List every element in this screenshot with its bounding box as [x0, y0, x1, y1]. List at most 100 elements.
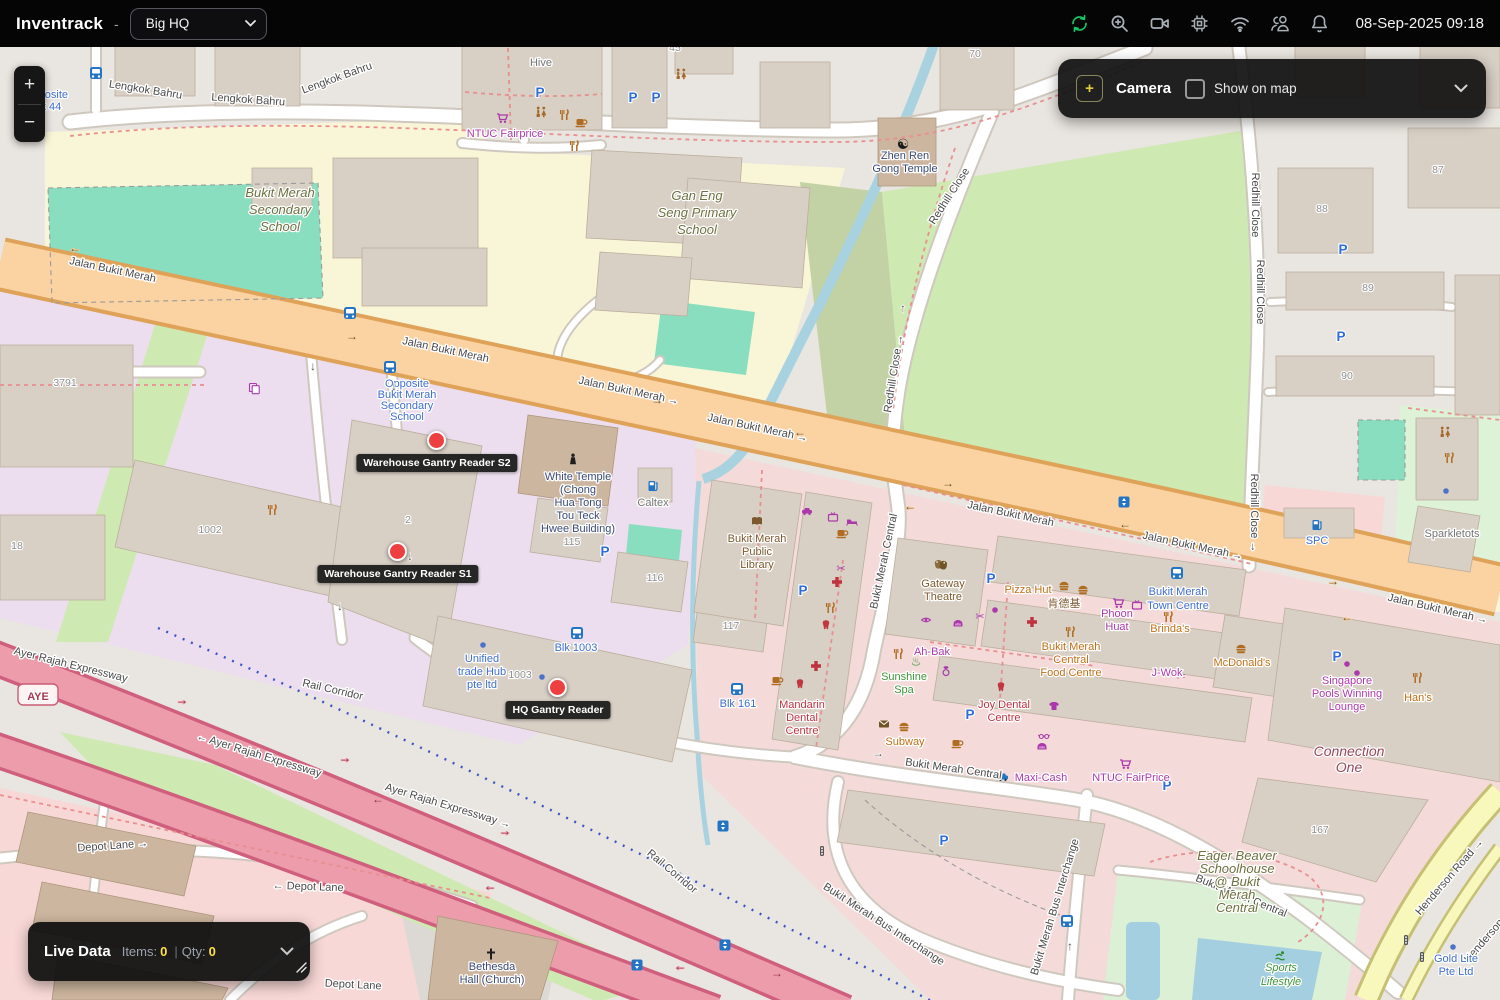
poi-label: Zhen RenGong Temple — [872, 150, 937, 175]
parking-icon: P — [1336, 329, 1345, 344]
poi-label: McDonald's — [1213, 657, 1271, 669]
svg-text:P: P — [939, 833, 948, 848]
parking-icon: P — [1338, 242, 1347, 257]
map-marker[interactable] — [427, 431, 446, 450]
parking-icon: P — [939, 833, 948, 848]
video-camera-icon[interactable] — [1150, 14, 1170, 34]
parking-icon: P — [798, 583, 807, 598]
road-label: ← Depot Lane — [272, 880, 343, 894]
bus-icon — [1061, 915, 1073, 927]
camera-panel: + Camera Show on map — [1058, 59, 1486, 118]
top-bar: Inventrack - Big HQ 08-Sep-2025 09:18 — [0, 0, 1500, 47]
bus-icon — [571, 627, 583, 639]
poi-label: Han's — [1404, 692, 1432, 704]
svg-text:P: P — [651, 90, 660, 105]
svg-text:P: P — [1336, 329, 1345, 344]
show-on-map-checkbox[interactable] — [1185, 79, 1205, 99]
svg-text:P: P — [535, 85, 544, 100]
building-number: 167 — [1311, 824, 1329, 836]
bus-icon — [344, 307, 356, 319]
map-base: PPPPPPPPPPPP☯✂✂✂♨ Lengkok BahruLengkok B… — [0, 0, 1500, 1000]
building-number: 1003 — [508, 669, 532, 681]
live-data-chevron-icon[interactable] — [280, 947, 294, 956]
parking-icon: P — [600, 544, 609, 559]
building-number: 70 — [969, 48, 981, 60]
zoom-in-icon[interactable] — [1110, 14, 1130, 34]
elevator-icon — [718, 821, 729, 832]
lane-arrow: → — [339, 751, 351, 765]
svg-text:P: P — [1338, 242, 1347, 257]
parking-icon: P — [651, 90, 660, 105]
chip-icon[interactable] — [1190, 14, 1210, 34]
site-selector-value: Big HQ — [146, 16, 190, 31]
elevator-icon — [632, 960, 643, 971]
svg-text:P: P — [600, 544, 609, 559]
building-number: 117 — [723, 620, 740, 632]
lane-arrow: ← — [484, 879, 496, 893]
lane-arrow: → — [499, 824, 511, 838]
lane-arrow: ↓ — [391, 379, 397, 393]
lane-arrow: ↓ — [407, 549, 413, 563]
building-number: 2 — [405, 514, 411, 526]
hairdresser-icon: ✂ — [975, 611, 984, 623]
poi-label: Hive — [530, 57, 552, 69]
poi-label: Ah-Bak — [914, 646, 951, 658]
dot-blue-icon — [1443, 488, 1449, 494]
show-on-map-label[interactable]: Show on map — [1214, 81, 1297, 96]
camera-add-button[interactable]: + — [1076, 75, 1103, 102]
zoom-out-button[interactable]: − — [14, 105, 45, 143]
qty-label: Qty: — [182, 944, 206, 959]
bell-icon[interactable] — [1310, 14, 1330, 34]
poi-label: Subway — [885, 736, 925, 748]
poi-label: Maxi-Cash — [1015, 772, 1068, 784]
lane-arrow: → — [651, 393, 663, 407]
map-canvas[interactable]: PPPPPPPPPPPP☯✂✂✂♨ Lengkok BahruLengkok B… — [0, 0, 1500, 1000]
svg-text:✂: ✂ — [836, 563, 845, 575]
lane-arrow: ↑ — [1067, 939, 1073, 953]
traffic-light-icon — [1404, 935, 1408, 945]
dot-purple-icon — [992, 607, 998, 613]
site-selector[interactable]: Big HQ — [130, 8, 267, 40]
building-number: 116 — [647, 572, 664, 584]
live-data-panel: Live Data Items: 0 | Qty: 0 — [28, 922, 310, 981]
map-marker[interactable] — [388, 542, 407, 561]
svg-text:P: P — [965, 707, 974, 722]
resize-handle[interactable] — [296, 960, 307, 978]
svg-text:P: P — [986, 571, 995, 586]
bus-icon — [731, 683, 743, 695]
lane-arrow: ← — [372, 792, 384, 806]
parking-icon: P — [628, 90, 637, 105]
camera-panel-chevron-icon[interactable] — [1454, 84, 1468, 93]
bus-icon — [384, 361, 396, 373]
poi-label: Sparkletots — [1424, 528, 1480, 540]
users-icon[interactable] — [1270, 14, 1290, 34]
lane-arrow: ↑ — [900, 301, 906, 315]
lane-arrow: ← — [1341, 610, 1353, 624]
building-number: 88 — [1316, 203, 1328, 215]
lane-arrow: → — [346, 329, 358, 343]
traffic-light-icon — [1420, 952, 1424, 962]
lane-arrow: → — [771, 966, 783, 980]
lane-arrow: → — [1327, 574, 1339, 588]
zoom-in-button[interactable]: + — [14, 66, 45, 104]
refresh-icon[interactable] — [1070, 14, 1090, 34]
lane-arrow: ← — [794, 425, 806, 439]
building-number: 3791 — [53, 377, 77, 389]
poi-label: SPC — [1306, 535, 1329, 547]
dot-blue-icon — [1450, 944, 1456, 950]
lane-arrow: → — [176, 693, 188, 707]
wifi-icon[interactable] — [1230, 14, 1250, 34]
map-marker[interactable] — [548, 678, 567, 697]
poi-label: 肯德基 — [1048, 596, 1081, 610]
app-title: Inventrack — [16, 14, 103, 34]
poi-label: BethesdaHall (Church) — [460, 961, 525, 986]
post-icon — [879, 721, 889, 728]
camera-panel-title: Camera — [1116, 80, 1171, 97]
road-label: Redhill Close — [1249, 173, 1261, 238]
map-marker-label: Warehouse Gantry Reader S2 — [356, 454, 517, 472]
map-marker-label: Warehouse Gantry Reader S1 — [317, 565, 478, 583]
dot-blue-icon — [539, 674, 545, 680]
dot-blue-icon — [480, 642, 486, 648]
bus-icon — [1171, 567, 1183, 579]
items-label: Items: — [122, 944, 157, 959]
